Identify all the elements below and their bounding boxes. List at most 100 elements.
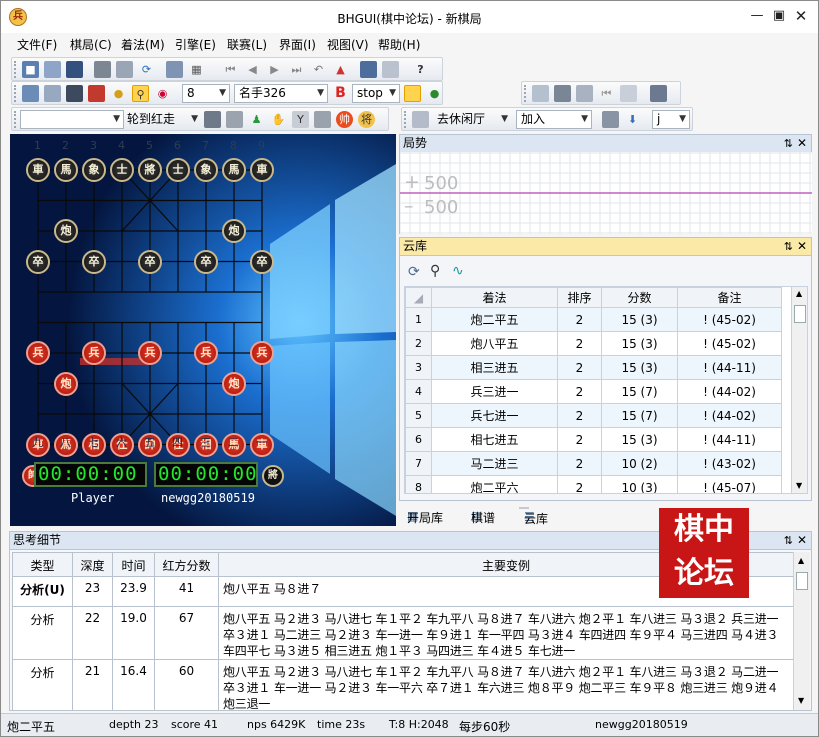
thinking-table-row[interactable]: 分析 21 16.4 60 炮八平五 马２进３ 马八进七 车１平２ 车九平八 马８进７ … (12, 659, 793, 710)
black-piece[interactable]: 將 (138, 158, 162, 182)
black-king-icon[interactable]: 将 (358, 111, 375, 128)
black-piece[interactable]: 炮 (54, 219, 78, 243)
menu-game[interactable]: 棋局(C) (70, 36, 112, 53)
black-piece[interactable]: 象 (82, 158, 106, 182)
forward-icon[interactable]: ▶ (266, 61, 283, 78)
cloud-col-rank[interactable]: 排序 (557, 287, 602, 308)
red-piece[interactable]: 炮 (54, 371, 78, 396)
y-icon[interactable]: Y (292, 111, 309, 128)
black-piece[interactable]: 士 (110, 158, 134, 182)
black-piece[interactable]: 卒 (26, 249, 50, 274)
cloud-table-row[interactable]: 3 相三进五 2 15 (3)! (44-11) (405, 355, 782, 380)
cloud-col-score[interactable]: 分数 (601, 287, 678, 308)
cloud-table-row[interactable]: 4 兵三进一 2 15 (7)! (44-02) (405, 379, 782, 404)
depth-combo[interactable]: 8 ▼ (182, 84, 230, 103)
chat-icon[interactable] (314, 111, 331, 128)
maximize-icon[interactable]: ▣ (769, 7, 789, 27)
side-combo[interactable]: 轮到红走 ▼ (122, 110, 202, 129)
engine-settings-icon[interactable] (44, 85, 61, 102)
book-icon[interactable] (404, 85, 421, 102)
network-icon[interactable] (226, 111, 243, 128)
thinking-table-row[interactable]: 分析 22 19.0 67 炮八平五 马２进３ 马八进七 车１平２ 车九平八 马８进７ … (12, 606, 793, 660)
help-icon[interactable]: ? (412, 61, 429, 78)
red-piece[interactable]: 兵 (82, 341, 106, 365)
stop-combo[interactable]: stop ▼ (352, 84, 400, 103)
black-piece[interactable]: 象 (194, 158, 218, 182)
black-piece[interactable]: 卒 (194, 249, 218, 274)
tab-cloud[interactable]: ☰ 云库 (519, 507, 548, 526)
cloud-table-row[interactable]: 7 马二进三 2 10 (2)! (43-02) (405, 451, 782, 476)
prev-icon[interactable]: ⏮ (598, 85, 615, 102)
back-icon[interactable]: ◀ (244, 61, 261, 78)
board-icon[interactable] (360, 61, 377, 78)
menu-help[interactable]: 帮助(H) (378, 36, 420, 53)
paste-icon[interactable] (166, 61, 183, 78)
menu-interface[interactable]: 界面(I) (279, 36, 316, 53)
first-icon[interactable]: ⏮ (222, 61, 239, 78)
cloud-table-row[interactable]: 5 兵七进一 2 15 (7)! (44-02) (405, 403, 782, 428)
cloud-chart-icon[interactable]: ∿ (452, 263, 464, 279)
close-panel-icon[interactable]: ✕ (797, 532, 807, 549)
close-icon[interactable]: ✕ (791, 7, 811, 27)
target-icon[interactable]: ◉ (154, 85, 171, 102)
panel-icon[interactable] (650, 85, 667, 102)
cloud-table-row[interactable]: 2 炮八平五 2 15 (3)! (45-02) (405, 331, 782, 356)
pin-icon[interactable]: ⇅ (784, 238, 793, 255)
j-combo[interactable]: j ▼ (652, 110, 690, 129)
undo-icon[interactable]: ↶ (310, 61, 327, 78)
close-panel-icon[interactable]: ✕ (797, 238, 807, 255)
search-icon[interactable]: ⚲ (132, 85, 149, 102)
pin-icon[interactable]: ⇅ (784, 135, 793, 152)
cloud-icon[interactable]: ● (426, 85, 443, 102)
cloud-scrollbar[interactable]: ▲ ▼ (791, 287, 807, 493)
cloud-refresh-icon[interactable]: ⟳ (408, 264, 420, 280)
analyze-icon[interactable] (22, 85, 39, 102)
lobby-icon[interactable] (412, 111, 429, 128)
down-icon[interactable]: ⬇ (624, 111, 641, 128)
minimize-icon[interactable]: — (747, 7, 767, 27)
window-icon[interactable] (382, 61, 399, 78)
red-piece[interactable]: 兵 (194, 341, 218, 365)
black-piece[interactable]: 士 (166, 158, 190, 182)
copy-icon[interactable] (116, 61, 133, 78)
last-icon[interactable]: ⏭ (288, 61, 305, 78)
black-piece[interactable]: 卒 (82, 249, 106, 274)
thinking-col-time[interactable]: 时间 (112, 552, 155, 577)
menu-file[interactable]: 文件(F) (17, 36, 57, 53)
thinking-col-depth[interactable]: 深度 (72, 552, 113, 577)
menu-move[interactable]: 着法(M) (121, 36, 165, 53)
red-piece[interactable]: 兵 (138, 341, 162, 365)
thinking-col-score[interactable]: 红方分数 (154, 552, 219, 577)
thinking-scrollbar[interactable]: ▲ ▼ (793, 552, 810, 710)
menu-league[interactable]: 联赛(L) (227, 36, 267, 53)
black-piece[interactable]: 馬 (54, 158, 78, 182)
refresh-icon[interactable]: ⟳ (138, 61, 155, 78)
red-piece[interactable]: 兵 (250, 341, 274, 365)
black-piece[interactable]: 馬 (222, 158, 246, 182)
link-icon[interactable] (620, 85, 637, 102)
flip-icon[interactable]: ▲ (332, 61, 349, 78)
hand-icon[interactable]: ✋ (270, 111, 287, 128)
red-king-icon[interactable]: 帅 (336, 111, 353, 128)
red-piece[interactable]: 兵 (26, 341, 50, 365)
cloud-table-row[interactable]: 8 炮二平六 2 10 (3)! (45-07) (405, 475, 782, 493)
menu-engine[interactable]: 引擎(E) (175, 36, 216, 53)
join-combo[interactable]: 加入 ▼ (516, 110, 592, 129)
pin-icon[interactable]: ⇅ (784, 532, 793, 549)
hint-icon[interactable]: ● (110, 85, 127, 102)
black-piece[interactable]: 炮 (222, 219, 246, 243)
grid-icon[interactable] (532, 85, 549, 102)
thinking-scroll-thumb[interactable] (796, 572, 808, 590)
cloud-search-icon[interactable]: ⚲ (430, 263, 440, 279)
cloud-scroll-thumb[interactable] (794, 305, 806, 323)
arrange-icon[interactable] (576, 85, 593, 102)
mode-combo[interactable]: ▼ (20, 110, 124, 129)
computer-icon[interactable] (204, 111, 221, 128)
cloud-col-move[interactable]: 着法 (431, 287, 558, 308)
layout-icon[interactable] (554, 85, 571, 102)
monitor-icon[interactable] (66, 85, 83, 102)
red-monitor-icon[interactable] (88, 85, 105, 102)
print-icon[interactable] (94, 61, 111, 78)
open-icon[interactable] (44, 61, 61, 78)
black-piece[interactable]: 車 (26, 158, 50, 182)
